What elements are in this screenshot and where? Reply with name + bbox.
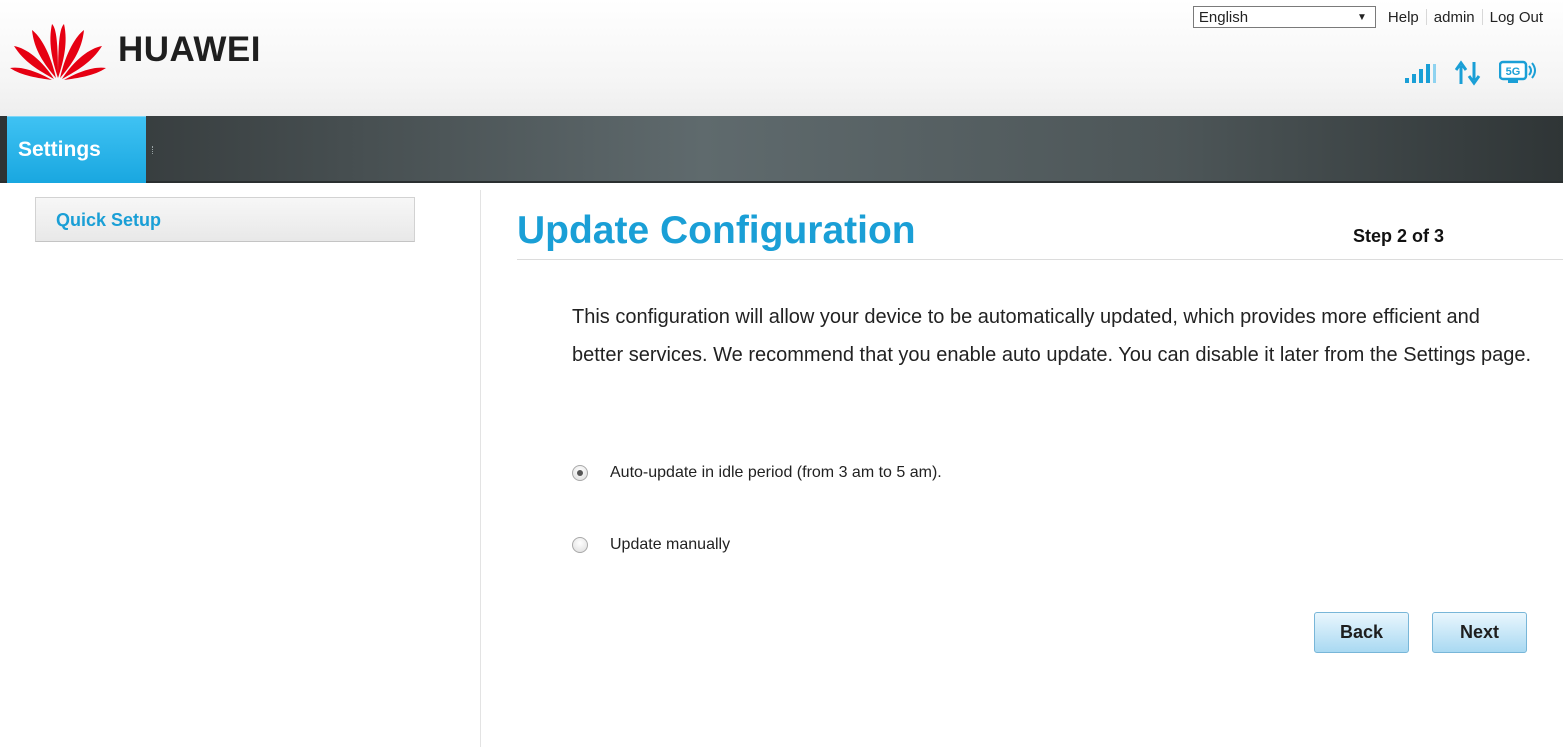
network-5g-label: 5G xyxy=(1506,66,1521,78)
network-5g-icon: 5G xyxy=(1499,60,1536,83)
main-nav: Settings xyxy=(0,116,1563,183)
divider xyxy=(1425,9,1427,25)
help-link[interactable]: Help xyxy=(1388,9,1419,26)
nav-separator xyxy=(152,146,154,154)
title-divider xyxy=(517,259,1563,260)
header: HUAWEI English ▼ Help admin Log Out 5G xyxy=(0,0,1563,116)
language-selected: English xyxy=(1198,8,1249,26)
tab-settings[interactable]: Settings xyxy=(7,116,146,183)
page-title: Update Configuration xyxy=(517,209,916,252)
top-bar: English ▼ Help admin Log Out xyxy=(1192,6,1543,28)
huawei-logo: HUAWEI xyxy=(8,20,261,80)
user-link[interactable]: admin xyxy=(1434,9,1475,26)
auto-update-radio[interactable] xyxy=(572,465,588,481)
huawei-flower-icon xyxy=(10,24,106,80)
sidebar-item-quick-setup[interactable]: Quick Setup xyxy=(35,197,415,242)
description-text: This configuration will allow your devic… xyxy=(572,306,1532,366)
signal-strength-icon xyxy=(1405,64,1436,83)
option-auto-update[interactable]: Auto-update in idle period (from 3 am to… xyxy=(572,464,942,482)
data-transfer-icon xyxy=(1455,60,1481,86)
auto-update-label: Auto-update in idle period (from 3 am to… xyxy=(610,464,942,481)
option-update-manually[interactable]: Update manually xyxy=(572,536,730,554)
status-icons: 5G xyxy=(1405,60,1539,86)
step-indicator: Step 2 of 3 xyxy=(1353,226,1445,246)
dropdown-arrow-icon: ▼ xyxy=(1357,11,1367,23)
divider xyxy=(1481,9,1483,25)
sidebar-divider xyxy=(480,190,481,747)
back-button[interactable]: Back xyxy=(1314,612,1409,653)
logout-link[interactable]: Log Out xyxy=(1490,9,1543,26)
update-manually-radio[interactable] xyxy=(572,537,588,553)
brand-name: HUAWEI xyxy=(118,30,261,69)
language-select[interactable]: English ▼ xyxy=(1192,6,1376,28)
next-button[interactable]: Next xyxy=(1432,612,1527,653)
update-manually-label: Update manually xyxy=(610,536,731,553)
